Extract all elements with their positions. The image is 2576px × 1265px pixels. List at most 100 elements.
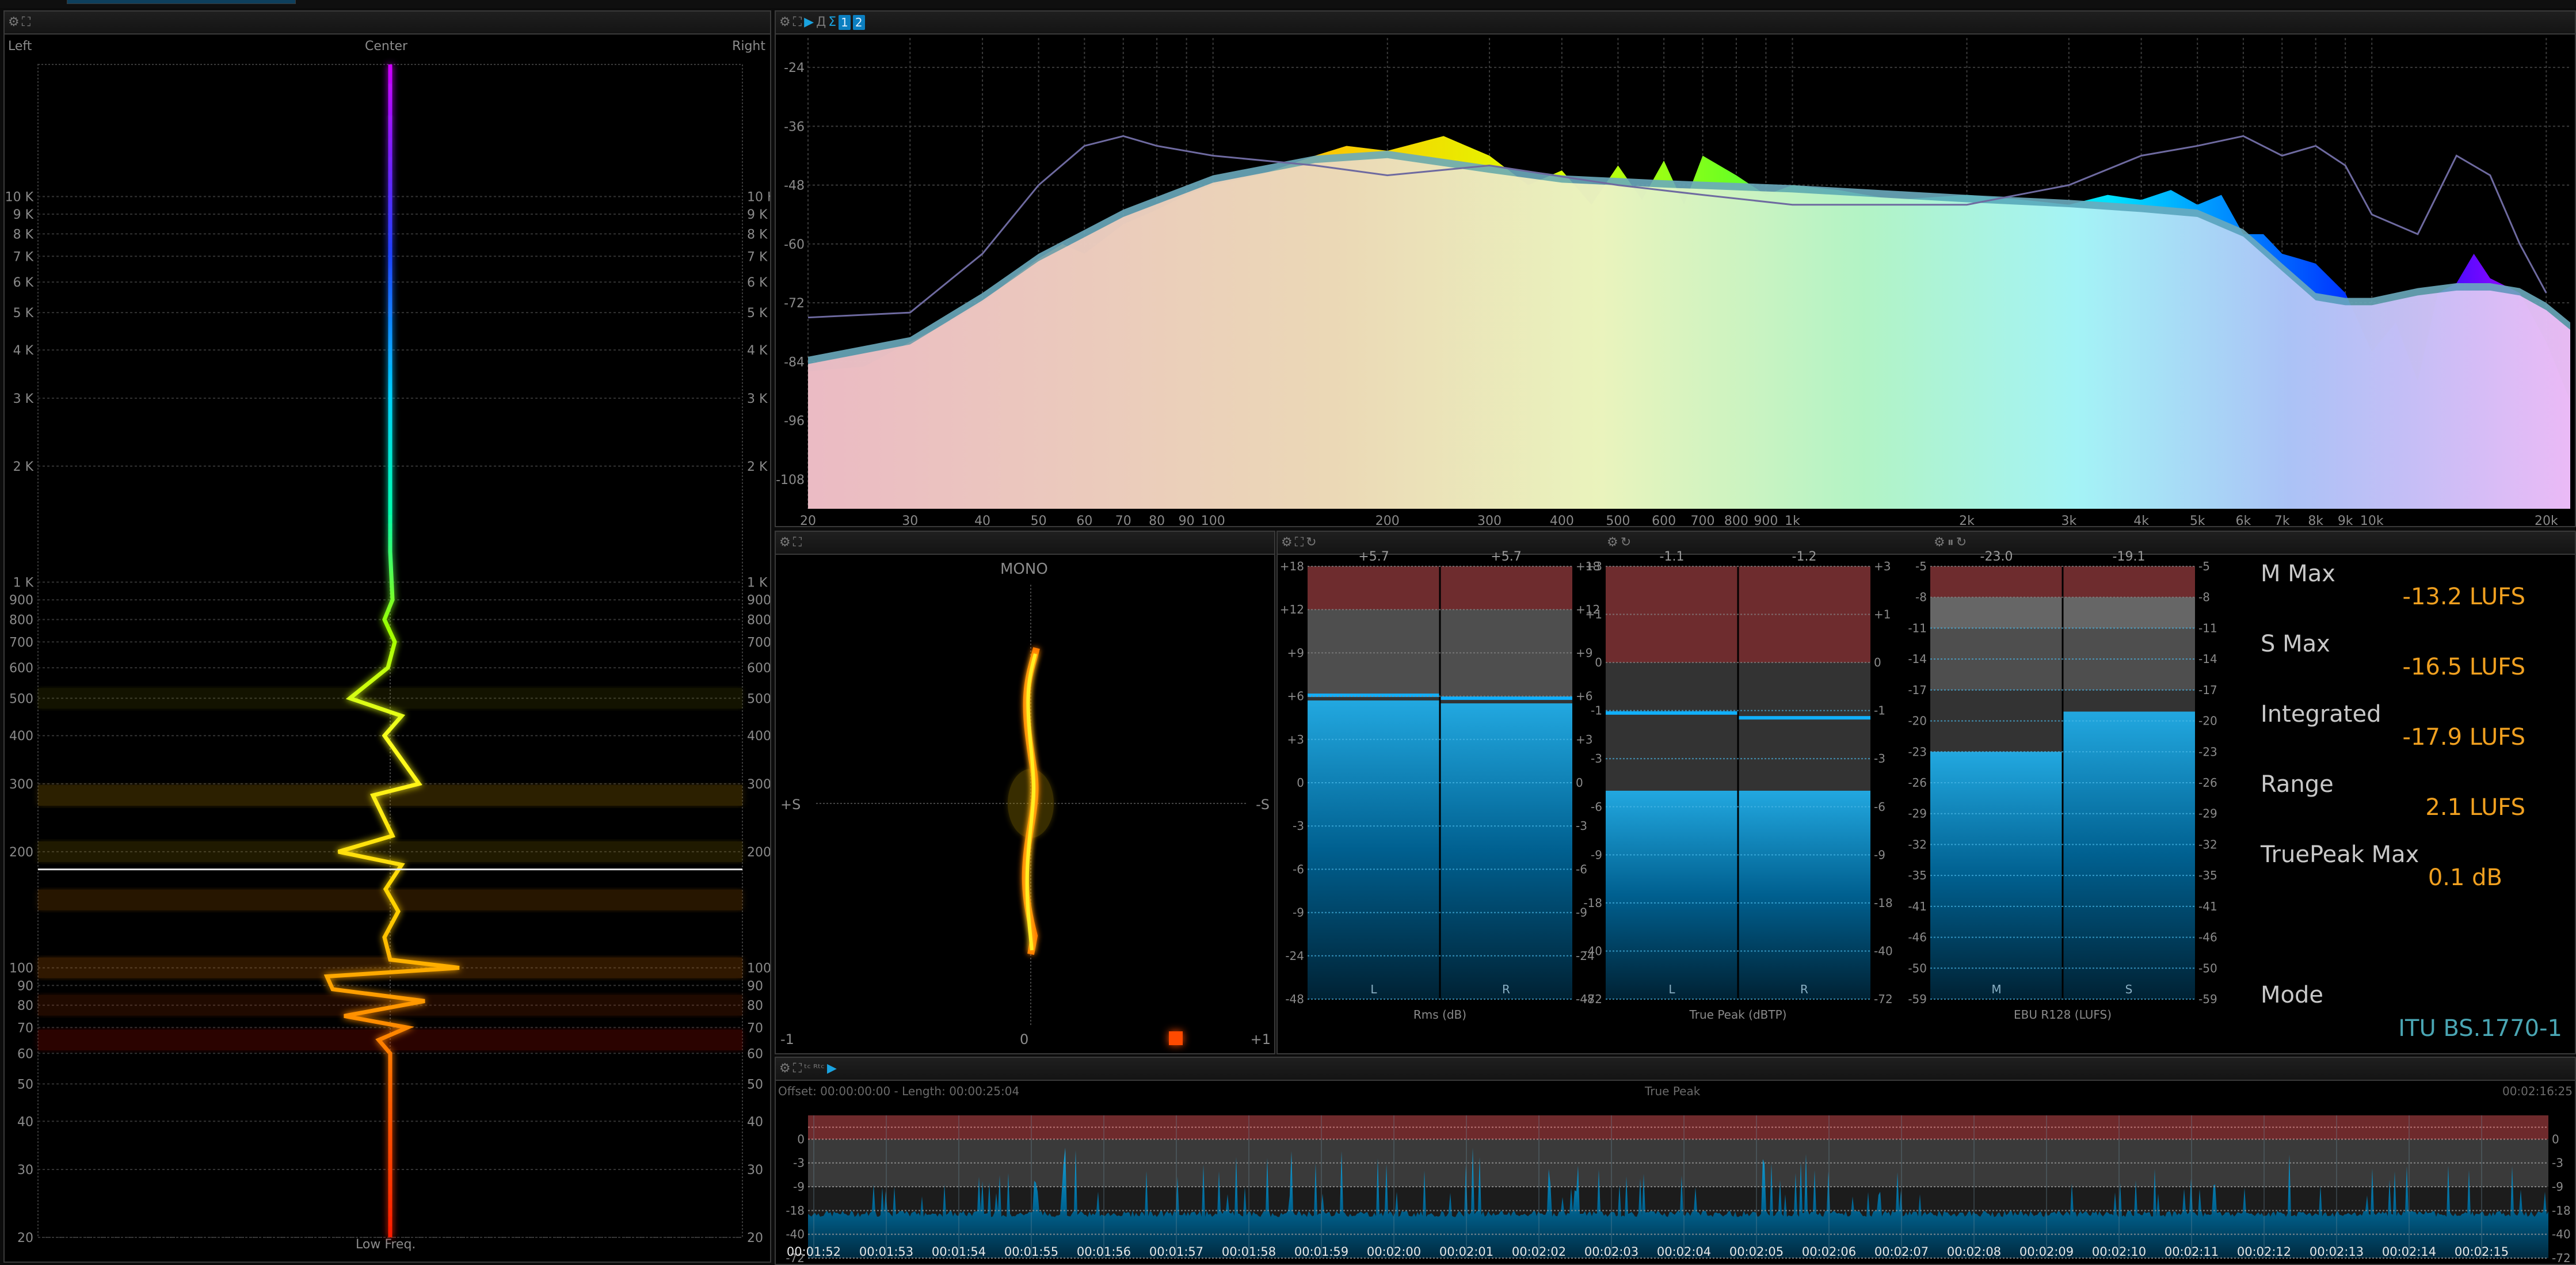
meter-scale-right: -46 [2198,931,2217,944]
freq-tick-left: 9 K [13,208,34,222]
freq-tick-left: 8 K [13,227,34,242]
timeline-time-label: 00:02:06 [1802,1245,1856,1259]
spectrum-y-tick: -84 [784,355,805,369]
correlation-indicator [1168,1031,1183,1045]
timeline-time-label: 00:02:12 [2237,1245,2291,1259]
freq-tick-right: 80 [747,999,763,1013]
meter-scale-right: 0 [1874,656,1881,669]
spectrum-x-tick: 4k [2133,514,2149,526]
timeline-scale-right: -3 [2552,1156,2563,1170]
meter-scale-left: -6 [1591,800,1602,814]
meter-scale-right: -32 [2198,837,2217,851]
freq-tick-left: 7 K [13,250,34,264]
freq-tick-left: 3 K [13,392,34,406]
stat-value-truepeak-max: 0.1 dB [2428,864,2502,891]
freq-tick-right: 700 [747,635,770,650]
spectrum-x-tick: 20k [2535,514,2558,526]
true-peak-meter-graphic: -1.1 L -1.2 R +3 +3 +1 +1 0 0 -1 -1 -3 -3 -6 -6 -9 -9 -18 -… [1583,550,1893,1022]
meter-scale-left: -41 [1908,900,1927,913]
timeline-time-label: 00:02:09 [2019,1245,2074,1259]
meter-peak-value: -23.0 [1980,550,2013,564]
meter-scale-left: -35 [1908,868,1927,882]
timeline-time-label: 00:02:02 [1512,1245,1566,1259]
spectrum-x-tick: 80 [1149,514,1165,526]
timeline-time-label: 00:02:05 [1729,1245,1784,1259]
meter-scale-left: -5 [1915,559,1927,573]
spectrum-x-tick: 40 [974,514,990,526]
spectrum-chart: -24 -36 -48 -60 -72 -84 -96 -108 20 30 40 50 60 70 80 9… [776,38,2570,526]
meter-level-bar [1738,790,1870,999]
meter-peak-value: +5.7 [1358,550,1389,564]
timeline-time-label: 00:01:59 [1294,1245,1348,1259]
freq-tick-left: 700 [9,635,33,650]
meter-red-zone [2063,566,2195,597]
freq-tick-left: 200 [9,845,33,860]
meter-scale-right: -9 [1874,848,1885,862]
rms-meter: +5.7 L +5.7 R +18 +18 +12 +12 +9 +9 +6 +6 +3 +3 0 0 -3 -3… [1278,532,1602,1053]
timeline-scale-right: -18 [2552,1203,2571,1217]
spectrum-x-tick: 100 [1201,514,1225,526]
spectrum-panel: ⚙ ⛶ ▶ Д Σ 1 2 -24 -36 -48 -60 -72 -84 -96 -108 2… [775,10,2576,527]
spectrum-x-tick: 5k [2190,514,2205,526]
meter-level-bar [1606,790,1738,999]
freq-tick-right: 8 K [747,227,768,242]
meter-scale-left: -11 [1908,621,1927,635]
meter-scale-left: -72 [1583,992,1602,1006]
timeline-time-label: 00:01:54 [932,1245,986,1259]
spectrum-x-tick: 1k [1785,514,1800,526]
meter-scale-left: +3 [1287,733,1304,746]
spectrum-x-tick: 900 [1754,514,1778,526]
freq-tick-right: 2 K [747,460,768,474]
meter-scale-right: -6 [1874,800,1885,814]
freq-tick-right: 1 K [747,576,768,590]
meter-scale-left: -18 [1583,896,1602,910]
meter-scale-right: -26 [2198,776,2217,790]
timeline-time-label: 00:01:55 [1004,1245,1058,1259]
meter-peak-marker [1440,696,1572,700]
freq-tick-right: 40 [747,1115,763,1129]
stereo-frequency-plot: 10 K 10 K 9 K 9 K 8 K 8 K 7 K 7 K 6 K 6 K 5 K 5 K 4 … [5,64,770,1245]
meter-level-bar [1440,703,1572,999]
spectrum-y-tick: -108 [776,473,805,487]
ebu-meter-graphic: -23.0 M -19.1 S -5 -5 -8 -8 -11 -11 -14 -14 -17 -17 -2… [1908,550,2217,1022]
loudness-stats: M Max -13.2 LUFS S Max -16.5 LUFS Integr… [2249,555,2575,1050]
freq-tick-right: 20 [747,1231,763,1245]
active-tab[interactable] [67,0,296,4]
meter-scale-left: +3 [1586,559,1602,573]
freq-tick-right: 800 [747,613,770,627]
meter-scale-left: -3 [1591,752,1602,765]
meter-scale-right: -59 [2198,992,2217,1006]
freq-tick-left: 90 [17,979,33,993]
freq-tick-right: 6 K [747,276,768,290]
timeline-scale-left: 0 [797,1132,805,1146]
meter-scale-right: -11 [2198,621,2217,635]
meter-scale-left: -8 [1915,590,1927,604]
freq-tick-right: 900 [747,593,770,608]
meter-scale-right: -3 [1874,752,1885,765]
spectrum-x-tick: 60 [1076,514,1092,526]
spectrum-x-tick: 600 [1652,514,1676,526]
mode-value[interactable]: ITU BS.1770-1 [2398,1015,2562,1042]
freq-tick-right: 600 [747,661,770,676]
vectorscope-panel: ⚙ ⛶ MONO +S -S -1 0 +1 [775,531,1275,1054]
timeline-time-label: 00:02:11 [2165,1245,2219,1259]
haze-band [38,1029,742,1050]
freq-tick-right: 60 [747,1047,763,1061]
meter-scale-right: -18 [1874,896,1893,910]
timeline-scale-right: -9 [2552,1180,2563,1194]
freq-tick-right: 500 [747,692,770,706]
timeline-time-label: 00:02:07 [1874,1245,1929,1259]
freq-tick-right: 5 K [747,306,768,321]
freq-tick-left: 6 K [13,276,34,290]
meter-scale-right: -17 [2198,683,2217,697]
freq-tick-left: 80 [17,999,33,1013]
meter-scale-right: -1 [1874,704,1885,718]
haze-band [38,841,742,862]
timeline-time-label: 00:02:08 [1947,1245,2001,1259]
meter-scale-right: -35 [2198,868,2217,882]
freq-tick-left: 800 [9,613,33,627]
meter-scale-left: -1 [1591,704,1602,718]
spectrum-y-tick: -60 [784,238,805,252]
meter-scale-right: -72 [1874,992,1893,1006]
correlation-min-label: -1 [780,1031,794,1047]
